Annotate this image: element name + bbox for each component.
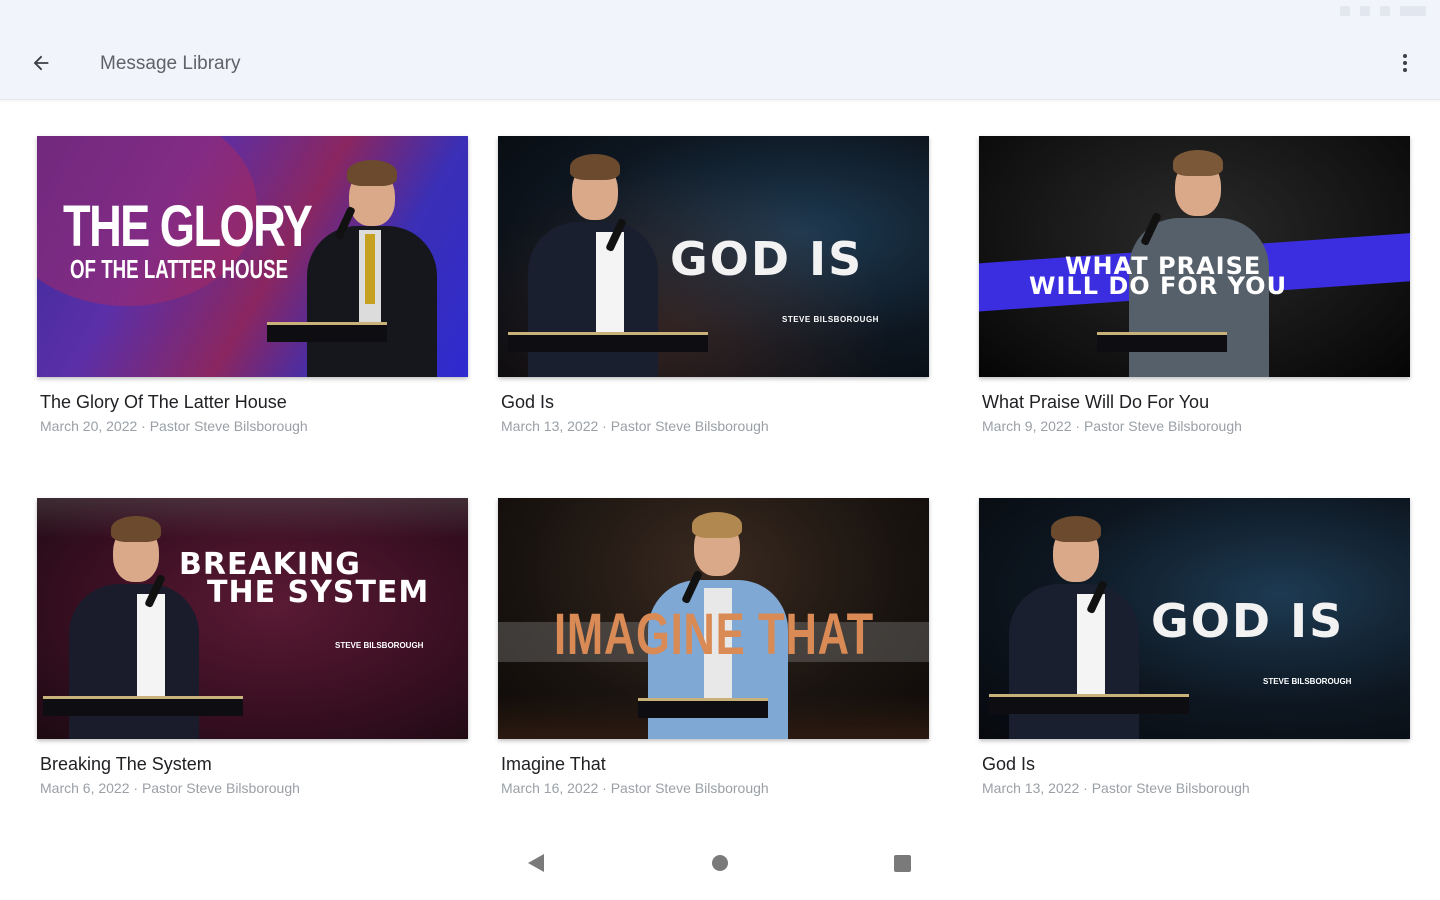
message-title: Imagine That bbox=[501, 754, 606, 774]
message-meta: March 16, 2022 · Pastor Steve Bilsboroug… bbox=[501, 780, 769, 796]
message-meta: March 20, 2022 · Pastor Steve Bilsboroug… bbox=[40, 418, 308, 434]
wifi-icon bbox=[1340, 6, 1350, 16]
thumbnail-headline: THE GLORY bbox=[63, 194, 313, 259]
message-card[interactable]: GOD IS STEVE BILSBOROUGH God Is March 13… bbox=[979, 498, 1410, 796]
thumbnail-subline: THE SYSTEM bbox=[207, 575, 430, 610]
signal-icon bbox=[1360, 6, 1370, 16]
thumbnail-credit: STEVE BILSBOROUGH bbox=[335, 641, 424, 650]
message-card[interactable]: WHAT PRAISE WILL DO FOR YOU What Praise … bbox=[979, 136, 1410, 434]
message-card[interactable]: GOD IS STEVE BILSBOROUGH God Is March 13… bbox=[498, 136, 929, 434]
message-meta: March 13, 2022 · Pastor Steve Bilsboroug… bbox=[501, 418, 769, 434]
thumbnail-headline: GOD IS bbox=[1151, 594, 1345, 648]
message-title: The Glory Of The Latter House bbox=[40, 392, 287, 412]
message-card[interactable]: THE GLORY OF THE LATTER HOUSE The Glory … bbox=[37, 136, 468, 434]
app-bar: Message Library bbox=[0, 26, 1440, 100]
battery-icon bbox=[1380, 6, 1390, 16]
nav-recents-icon[interactable] bbox=[894, 855, 911, 872]
message-meta: March 13, 2022 · Pastor Steve Bilsboroug… bbox=[982, 780, 1250, 796]
arrow-left-icon bbox=[33, 55, 49, 71]
message-title: God Is bbox=[501, 392, 555, 412]
message-card[interactable]: IMAGINE THAT Imagine That March 16, 2022… bbox=[498, 498, 929, 796]
message-thumbnail: GOD IS STEVE BILSBOROUGH bbox=[498, 136, 929, 377]
message-meta: March 6, 2022 · Pastor Steve Bilsborough bbox=[40, 780, 300, 796]
message-title: What Praise Will Do For You bbox=[982, 392, 1210, 412]
thumbnail-headline: GOD IS bbox=[670, 232, 864, 286]
more-vert-icon bbox=[1403, 54, 1407, 58]
thumbnail-credit: STEVE BILSBOROUGH bbox=[782, 315, 879, 324]
message-title: God Is bbox=[982, 754, 1036, 774]
message-card[interactable]: BREAKING THE SYSTEM STEVE BILSBOROUGH Br… bbox=[37, 498, 468, 796]
more-options-button[interactable] bbox=[1388, 44, 1422, 82]
message-thumbnail: BREAKING THE SYSTEM STEVE BILSBOROUGH bbox=[37, 498, 468, 739]
nav-home-icon[interactable] bbox=[712, 855, 728, 871]
message-title: Breaking The System bbox=[40, 754, 212, 774]
thumbnail-headline: IMAGINE THAT bbox=[554, 602, 874, 667]
back-button[interactable] bbox=[22, 44, 60, 82]
system-nav-bar bbox=[0, 844, 1440, 900]
status-icons bbox=[1340, 6, 1426, 16]
page-title: Message Library bbox=[100, 53, 241, 74]
status-bar bbox=[0, 0, 1440, 26]
message-thumbnail: IMAGINE THAT bbox=[498, 498, 929, 739]
clock-icon bbox=[1400, 6, 1426, 16]
message-thumbnail: GOD IS STEVE BILSBOROUGH bbox=[979, 498, 1410, 739]
message-thumbnail: WHAT PRAISE WILL DO FOR YOU bbox=[979, 136, 1410, 377]
message-thumbnail: THE GLORY OF THE LATTER HOUSE bbox=[37, 136, 468, 377]
thumbnail-subline: WILL DO FOR YOU bbox=[1029, 272, 1288, 300]
message-meta: March 9, 2022 · Pastor Steve Bilsborough bbox=[982, 418, 1242, 434]
nav-back-icon[interactable] bbox=[528, 854, 544, 872]
thumbnail-credit: STEVE BILSBOROUGH bbox=[1263, 677, 1352, 686]
thumbnail-subline: OF THE LATTER HOUSE bbox=[70, 254, 289, 284]
